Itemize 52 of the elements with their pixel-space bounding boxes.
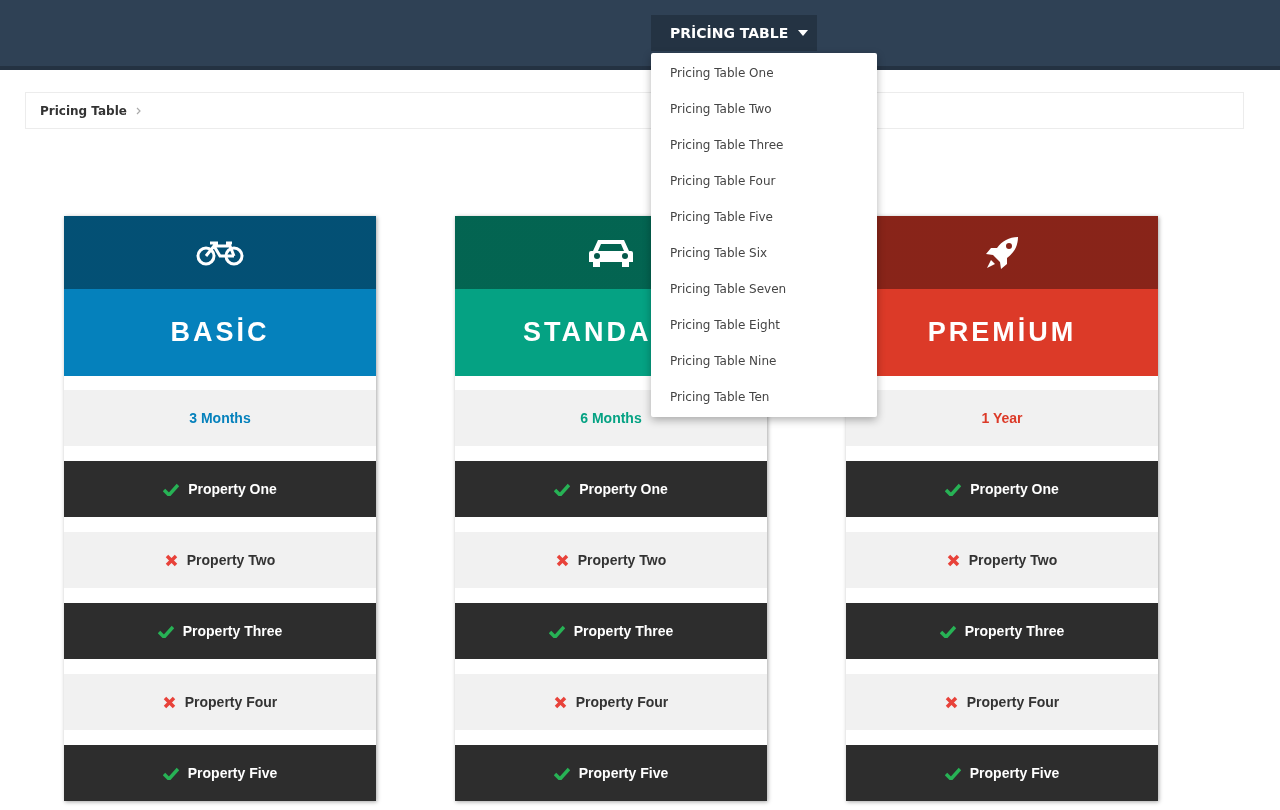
- menu-item[interactable]: Pricing Table Eight: [651, 307, 877, 343]
- plan-period: 3 Months: [189, 410, 251, 426]
- menu-item[interactable]: Pricing Table Five: [651, 199, 877, 235]
- check-icon: [944, 766, 961, 780]
- chevron-icon: [135, 106, 141, 115]
- feature-label: Property Four: [575, 694, 669, 710]
- menu-item[interactable]: Pricing Table One: [651, 55, 877, 91]
- plan-period: 1 Year: [981, 410, 1023, 426]
- plan-title: BASİC: [170, 317, 270, 348]
- feature-label: Property Three: [573, 623, 674, 639]
- menu-item[interactable]: Pricing Table Four: [651, 163, 877, 199]
- cross-icon: [555, 553, 569, 567]
- check-icon: [553, 766, 570, 780]
- feature-label: Property One: [188, 481, 277, 497]
- check-icon: [163, 482, 180, 496]
- menu-item[interactable]: Pricing Table Nine: [651, 343, 877, 379]
- cross-icon: [946, 553, 960, 567]
- feature-label: Property Two: [577, 552, 667, 568]
- cross-icon: [944, 695, 958, 709]
- feature-label: Property Three: [182, 623, 283, 639]
- feature-label: Property Two: [968, 552, 1058, 568]
- feature-label: Property One: [970, 481, 1059, 497]
- check-icon: [939, 624, 956, 638]
- check-icon: [554, 482, 571, 496]
- feature-label: Property Two: [186, 552, 276, 568]
- dropdown-button[interactable]: PRİCİNG TABLE: [651, 15, 818, 51]
- check-icon: [162, 766, 179, 780]
- caret-icon: [798, 30, 809, 36]
- feature-label: Property Five: [969, 765, 1060, 781]
- menu-item[interactable]: Pricing Table Six: [651, 235, 877, 271]
- menu-item[interactable]: Pricing Table Seven: [651, 271, 877, 307]
- feature-label: Property Four: [184, 694, 278, 710]
- check-icon: [945, 482, 962, 496]
- feature-label: Property One: [579, 481, 668, 497]
- cross-icon: [553, 695, 567, 709]
- menu-item[interactable]: Pricing Table Two: [651, 91, 877, 127]
- menu-item[interactable]: Pricing Table Ten: [651, 379, 877, 415]
- plan-period: 6 Months: [580, 410, 642, 426]
- feature-label: Property Five: [187, 765, 278, 781]
- cross-icon: [164, 553, 178, 567]
- bicycle-icon: [196, 239, 244, 266]
- feature-label: Property Five: [578, 765, 669, 781]
- plan-title: STANDA: [523, 317, 652, 348]
- check-icon: [548, 624, 565, 638]
- feature-label: Property Four: [966, 694, 1060, 710]
- plan-title: PREMİUM: [927, 317, 1077, 348]
- check-icon: [157, 624, 174, 638]
- menu-item[interactable]: Pricing Table Three: [651, 127, 877, 163]
- cross-icon: [162, 695, 176, 709]
- feature-label: Property Three: [964, 623, 1065, 639]
- breadcrumb-link[interactable]: Pricing Table: [40, 103, 127, 118]
- rocket-icon: [985, 235, 1019, 270]
